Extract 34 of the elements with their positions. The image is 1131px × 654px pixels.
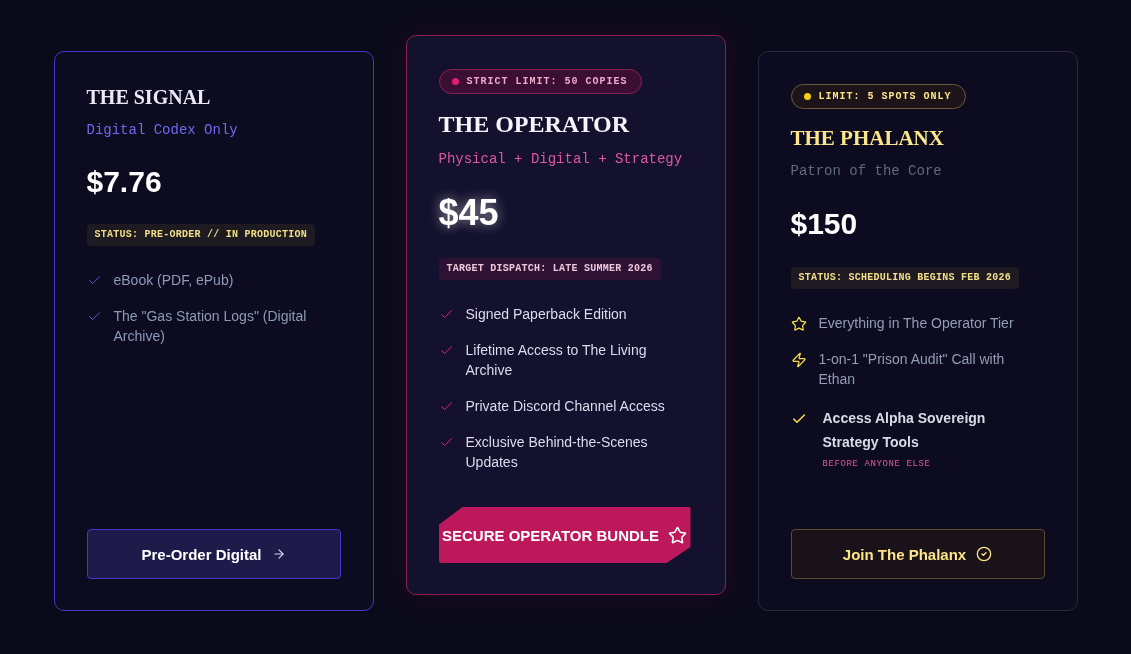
feature-text: Exclusive Behind-the-Scenes Updates: [465, 433, 649, 472]
feature-text: Lifetime Access to The Living Archive: [465, 341, 648, 380]
feature-text: The "Gas Station Logs" (Digital Archive): [113, 307, 308, 346]
status-dot-icon: [803, 93, 811, 100]
check-circle-icon: [976, 546, 993, 562]
tier-title: THE PHALANX: [790, 125, 944, 152]
tier-price: $7.76: [86, 164, 162, 200]
tier-subtitle: Patron of the Core: [790, 162, 942, 181]
purchase-button[interactable]: Join The Phalanx: [790, 529, 1045, 579]
limit-text: STRICT LIMIT: 50 COPIES: [466, 76, 628, 87]
feature-text: Signed Paperback Edition: [465, 305, 627, 324]
tier-title: THE SIGNAL: [86, 85, 211, 110]
feature-text: 1-on-1 "Prison Audit" Call with Ethan: [818, 350, 1006, 389]
feature-text: Access Alpha Sovereign Strategy Tools: [822, 409, 987, 452]
status-dot-icon: [451, 78, 459, 85]
status-label: TARGET DISPATCH: LATE SUMMER 2026: [438, 258, 661, 280]
star-icon: [790, 316, 807, 332]
arrow-right-icon: [271, 547, 286, 561]
tier-price: $45: [438, 191, 499, 235]
tier-price: $150: [790, 206, 858, 242]
feature-text: Everything in The Operator Tier: [818, 314, 1014, 333]
star-icon: [668, 525, 687, 545]
status-label: STATUS: SCHEDULING BEGINS FEB 2026: [790, 267, 1020, 289]
feature-text: Private Discord Channel Access: [465, 397, 665, 416]
status-label: STATUS: PRE-ORDER // IN PRODUCTION: [86, 224, 316, 246]
tier-subtitle: Digital Codex Only: [86, 121, 238, 140]
feature-note: BEFORE ANYONE ELSE: [822, 458, 931, 470]
limit-text: LIMIT: 5 SPOTS ONLY: [818, 91, 952, 102]
tier-subtitle: Physical + Digital + Strategy: [438, 150, 683, 169]
lightning-bolt-icon: [790, 352, 807, 368]
tier-title: THE OPERATOR: [438, 110, 629, 139]
purchase-button[interactable]: Pre-Order Digital: [86, 529, 341, 579]
purchase-button[interactable]: SECURE OPERATOR BUNDLE: [438, 507, 691, 563]
feature-text: eBook (PDF, ePub): [113, 271, 234, 290]
